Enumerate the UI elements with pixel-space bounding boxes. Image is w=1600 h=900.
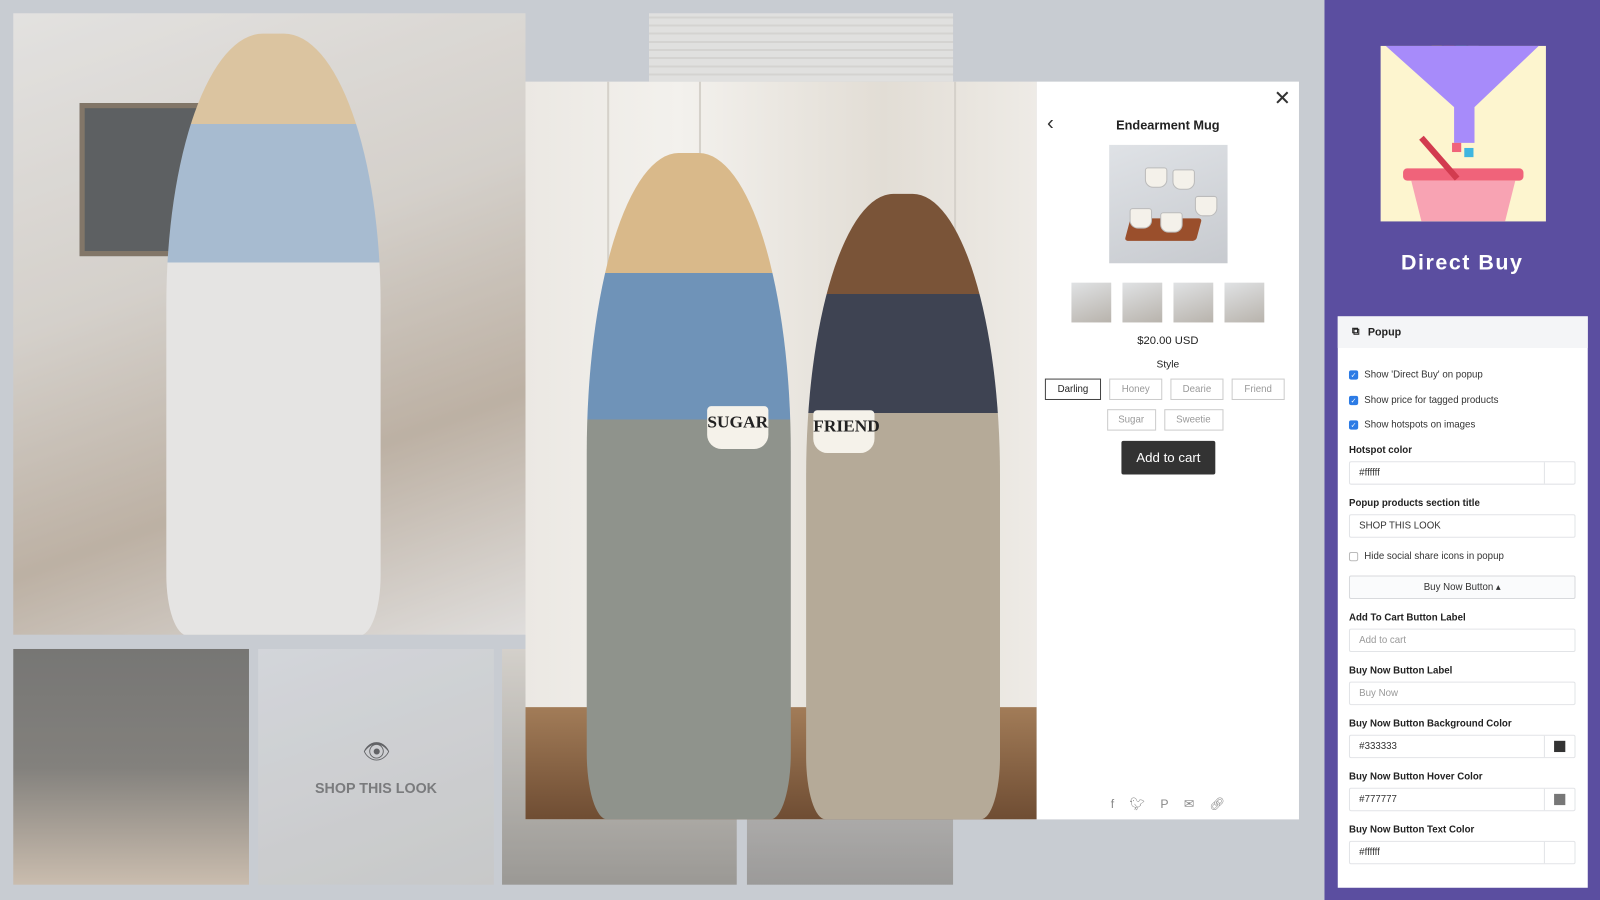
gallery-image-top[interactable] (648, 13, 954, 82)
checkbox-show-price[interactable]: ✓ Show price for tagged products (1348, 394, 1499, 407)
thumbnail[interactable] (1173, 282, 1214, 323)
color-swatch[interactable] (1543, 462, 1575, 484)
atc-label-input[interactable]: Add to cart (1348, 628, 1576, 653)
product-main-image (1109, 144, 1228, 264)
stage: 👁 SHOP THIS LOOK SUGAR FRIEND ✕ ‹ Endear… (0, 0, 1600, 900)
settings-sidebar: Direct Buy ⧉ Popup ✓ Show 'Direct Buy' on … (1324, 0, 1600, 900)
input-value: #ffffff (1359, 467, 1380, 479)
gallery-image-main[interactable] (13, 13, 526, 635)
product-price: $20.00 USD (1137, 334, 1199, 347)
bg-color-label: Buy Now Button Background Color (1348, 718, 1512, 730)
style-options: Darling Honey Dearie Friend Sugar Sweeti… (1044, 378, 1285, 431)
add-to-cart-button[interactable]: Add to cart (1121, 440, 1216, 475)
input-value: SHOP THIS LOOK (1359, 520, 1441, 532)
hover-color-input[interactable]: #777777 (1348, 787, 1576, 812)
copy-icon: ⧉ (1352, 325, 1360, 338)
facebook-icon[interactable]: f (1111, 797, 1114, 811)
link-icon[interactable]: 🔗︎ (1209, 797, 1225, 811)
mug-friend: FRIEND (813, 410, 880, 454)
gallery-image-shop-look[interactable]: 👁 SHOP THIS LOOK (258, 648, 494, 885)
person-left (586, 153, 791, 820)
person (166, 33, 381, 635)
social-share: f 🐦︎ P ✉ 🔗︎ (1037, 797, 1299, 811)
email-icon[interactable]: ✉ (1184, 797, 1194, 811)
bg-color-input[interactable]: #333333 (1348, 734, 1576, 759)
brand-name: Direct Buy (1401, 251, 1524, 275)
mug-sugar: SUGAR (707, 406, 769, 449)
option-honey[interactable]: Honey (1109, 378, 1163, 401)
checkbox[interactable]: ✓ (1348, 395, 1359, 406)
checkbox-hide-social[interactable]: Hide social share icons in popup (1348, 551, 1504, 563)
eye-icon: 👁 (362, 738, 391, 765)
pinterest-icon[interactable]: P (1160, 797, 1168, 811)
checkbox-label: Show 'Direct Buy' on popup (1364, 369, 1483, 381)
person-right (806, 193, 1001, 820)
buy-now-label-label: Buy Now Button Label (1348, 665, 1453, 677)
hotspot-color-label: Hotspot color (1348, 444, 1412, 457)
thumbnail[interactable] (1122, 282, 1163, 323)
checkbox-label: Show hotspots on images (1364, 419, 1476, 431)
card-title: Popup (1367, 326, 1402, 339)
hover-color-label: Buy Now Button Hover Color (1348, 771, 1483, 783)
input-value: #777777 (1359, 793, 1397, 806)
buy-now-button-toggle[interactable]: Buy Now Button ▴ (1348, 575, 1576, 599)
option-sugar[interactable]: Sugar (1106, 409, 1156, 431)
color-swatch[interactable] (1543, 841, 1575, 864)
checkbox-show-hotspots[interactable]: ✓ Show hotspots on images (1348, 419, 1476, 431)
checkbox-label: Show price for tagged products (1364, 394, 1499, 407)
buy-now-label-input[interactable]: Buy Now (1348, 681, 1576, 706)
checkbox-label: Hide social share icons in popup (1364, 551, 1504, 563)
direct-buy-logo (1380, 39, 1546, 222)
style-label: Style (1156, 359, 1180, 371)
card-header: ⧉ Popup (1337, 316, 1588, 348)
option-darling[interactable]: Darling (1044, 378, 1102, 401)
checkbox[interactable] (1348, 552, 1359, 562)
section-title-input[interactable]: SHOP THIS LOOK (1348, 514, 1576, 538)
color-swatch[interactable] (1543, 788, 1575, 811)
product-thumbnails (1071, 282, 1265, 323)
option-sweetie[interactable]: Sweetie (1163, 409, 1223, 431)
checkbox[interactable]: ✓ (1348, 370, 1359, 380)
input-placeholder: Buy Now (1359, 687, 1398, 699)
shop-this-look-label: SHOP THIS LOOK (315, 779, 438, 796)
product-popup: ✕ ‹ Endearment Mug $20.00 USD Style Darl… (1036, 81, 1299, 820)
gallery-image-chalkboard[interactable] (13, 648, 249, 885)
hotspot-color-input[interactable]: #ffffff (1348, 461, 1576, 485)
color-swatch[interactable] (1543, 735, 1575, 758)
option-dearie[interactable]: Dearie (1170, 378, 1224, 401)
popup-image: SUGAR FRIEND (525, 81, 1037, 820)
thumbnail[interactable] (1071, 282, 1112, 323)
option-friend[interactable]: Friend (1231, 378, 1285, 401)
section-title-label: Popup products section title (1348, 497, 1480, 510)
checkbox[interactable]: ✓ (1348, 420, 1359, 430)
atc-label-label: Add To Cart Button Label (1348, 612, 1466, 624)
twitter-icon[interactable]: 🐦︎ (1129, 797, 1145, 811)
text-color-label: Buy Now Button Text Color (1348, 824, 1475, 836)
input-value: #333333 (1359, 740, 1397, 753)
thumbnail[interactable] (1224, 282, 1265, 323)
input-value: #ffffff (1359, 846, 1380, 859)
checkbox-show-direct-buy[interactable]: ✓ Show 'Direct Buy' on popup (1348, 369, 1483, 381)
text-color-input[interactable]: #ffffff (1348, 840, 1576, 865)
input-placeholder: Add to cart (1359, 634, 1407, 646)
close-icon[interactable]: ✕ (1274, 86, 1291, 112)
popup-settings-card: ⧉ Popup ✓ Show 'Direct Buy' on popup ✓ Show… (1337, 316, 1588, 888)
product-title: Endearment Mug (1116, 118, 1220, 133)
